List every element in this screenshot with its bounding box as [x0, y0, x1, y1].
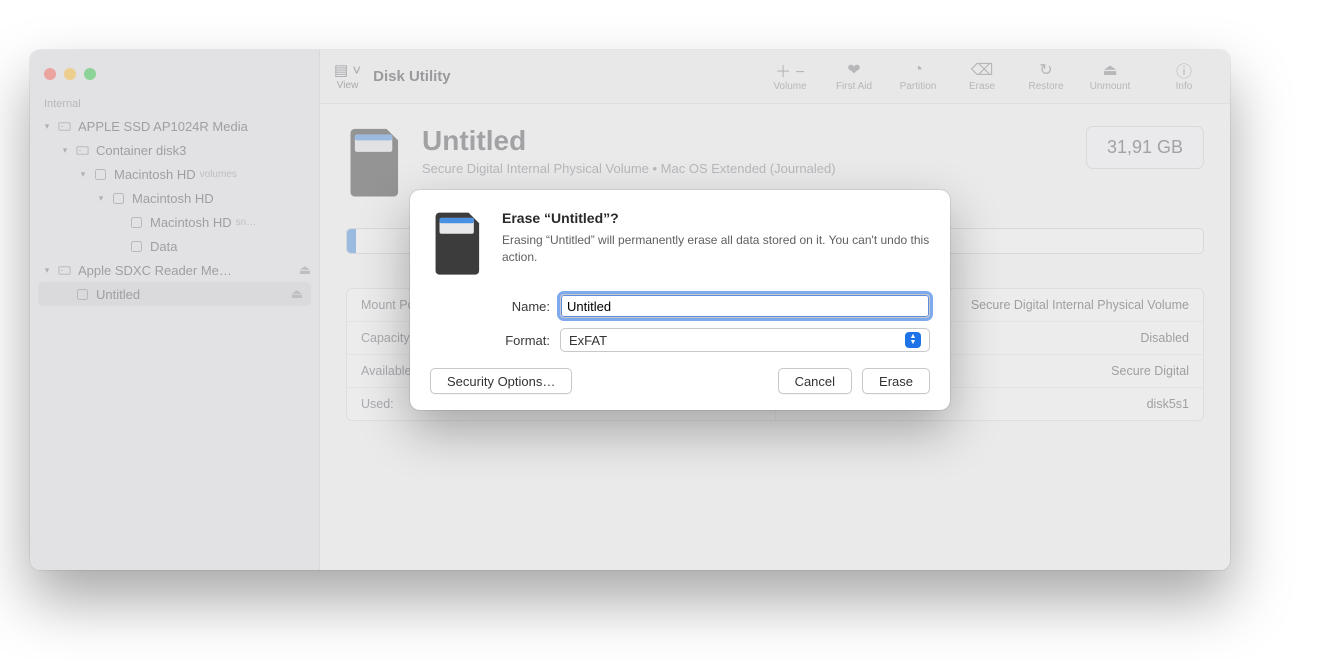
stethoscope-icon: ❤︎ — [847, 61, 860, 79]
info-key: Used: — [361, 397, 394, 411]
info-value: disk5s1 — [1147, 397, 1189, 411]
name-input[interactable] — [560, 294, 930, 318]
close-window-button[interactable] — [44, 68, 56, 80]
volume-icon — [128, 214, 144, 230]
toolbar-volume[interactable]: ＋ − Volume — [768, 61, 812, 92]
used-segment — [347, 229, 356, 253]
tree-item-container-disk3[interactable]: ▾ Container disk3 — [30, 138, 319, 162]
toolbar-view-label: View — [337, 80, 359, 91]
toolbar-label: Erase — [969, 81, 995, 92]
tree-item-macintosh-hd[interactable]: ▾ Macintosh HD — [30, 186, 319, 210]
tree-item-data[interactable]: Data — [30, 234, 319, 258]
chevron-down-icon[interactable]: ▾ — [42, 265, 52, 276]
info-value: Secure Digital Internal Physical Volume — [971, 298, 1189, 312]
toolbar-label: Restore — [1028, 81, 1063, 92]
sidebar-toggle-icon: ▤ ˅ — [334, 63, 361, 78]
tree-item-label: Data — [150, 239, 177, 254]
tree-item-label: APPLE SSD AP1024R Media — [78, 119, 248, 134]
capacity-badge: 31,91 GB — [1086, 126, 1204, 169]
toolbar-erase[interactable]: ⌫ Erase — [960, 61, 1004, 92]
tree-item-label: Macintosh HD — [132, 191, 214, 206]
volume-icon — [74, 286, 90, 302]
zoom-window-button[interactable] — [84, 68, 96, 80]
hard-disk-icon — [56, 262, 72, 278]
erase-icon: ⌫ — [971, 61, 994, 79]
volume-icon — [128, 238, 144, 254]
dialog-title: Erase “Untitled”? — [502, 210, 930, 226]
info-value: Disabled — [1140, 331, 1189, 345]
sd-card-icon — [346, 126, 404, 198]
toolbar-label: Volume — [773, 81, 806, 92]
tree-item-apple-ssd[interactable]: ▾ APPLE SSD AP1024R Media — [30, 114, 319, 138]
disk-tree: ▾ APPLE SSD AP1024R Media ▾ Container di… — [30, 114, 319, 306]
restore-icon: ↻ — [1039, 61, 1052, 79]
tree-item-untitled[interactable]: Untitled ⏏ — [38, 282, 311, 306]
window-controls — [30, 62, 319, 92]
tree-item-label: Macintosh HD — [150, 215, 232, 230]
container-icon — [74, 142, 90, 158]
name-label: Name: — [430, 299, 560, 314]
tree-item-label: Untitled — [96, 287, 140, 302]
erase-dialog: Erase “Untitled”? Erasing “Untitled” wil… — [410, 190, 950, 410]
toolbar-label: Partition — [900, 81, 937, 92]
erase-button[interactable]: Erase — [862, 368, 930, 394]
dialog-message: Erasing “Untitled” will permanently eras… — [502, 232, 930, 266]
chevron-down-icon[interactable]: ▾ — [78, 169, 88, 180]
info-key: Available: — [361, 364, 415, 378]
toolbar-label: Unmount — [1090, 81, 1131, 92]
tree-item-tag: volumes — [200, 169, 237, 180]
app-title: Disk Utility — [373, 68, 451, 85]
tree-item-tag: sn… — [236, 217, 257, 228]
volume-subtitle: Secure Digital Internal Physical Volume … — [422, 161, 836, 176]
toolbar-label: Info — [1176, 81, 1193, 92]
cancel-button[interactable]: Cancel — [778, 368, 852, 394]
toolbar-label: First Aid — [836, 81, 872, 92]
chevron-down-icon[interactable]: ▾ — [42, 121, 52, 132]
pie-chart-icon: ◔ — [913, 61, 923, 79]
sidebar: Internal ▾ APPLE SSD AP1024R Media ▾ Con… — [30, 50, 320, 570]
volume-title: Untitled — [422, 126, 836, 157]
select-arrows-icon: ▲▼ — [905, 332, 921, 348]
toolbar-view[interactable]: ▤ ˅ View — [334, 63, 361, 91]
volume-icon — [92, 166, 108, 182]
eject-icon[interactable]: ⏏ — [291, 286, 303, 302]
info-key: Capacity: — [361, 331, 413, 345]
tree-item-label: Apple SDXC Reader Me… — [78, 263, 232, 278]
volume-icon — [110, 190, 126, 206]
plus-minus-icon: ＋ − — [775, 61, 805, 79]
hard-disk-icon — [56, 118, 72, 134]
toolbar-partition[interactable]: ◔ Partition — [896, 61, 940, 92]
eject-icon[interactable]: ⏏ — [299, 262, 311, 278]
format-select[interactable]: ExFAT ▲▼ — [560, 328, 930, 352]
toolbar-restore[interactable]: ↻ Restore — [1024, 61, 1068, 92]
tree-item-macintosh-hd-snapshot[interactable]: Macintosh HD sn… — [30, 210, 319, 234]
dialog-form: Name: Format: ExFAT ▲▼ — [430, 294, 930, 352]
info-icon: ⓘ — [1176, 61, 1192, 79]
format-label: Format: — [430, 333, 560, 348]
security-options-button[interactable]: Security Options… — [430, 368, 572, 394]
minimize-window-button[interactable] — [64, 68, 76, 80]
toolbar: ▤ ˅ View Disk Utility ＋ − Volume ❤︎ Firs… — [320, 50, 1230, 104]
chevron-down-icon[interactable]: ▾ — [96, 193, 106, 204]
tree-item-macintosh-hd-volumes[interactable]: ▾ Macintosh HD volumes — [30, 162, 319, 186]
tree-item-label: Macintosh HD — [114, 167, 196, 182]
format-value: ExFAT — [569, 333, 607, 348]
sd-card-icon — [430, 210, 486, 276]
tree-item-label: Container disk3 — [96, 143, 186, 158]
tree-item-sdxc-reader[interactable]: ▾ Apple SDXC Reader Me… ⏏ — [30, 258, 319, 282]
toolbar-first-aid[interactable]: ❤︎ First Aid — [832, 61, 876, 92]
volume-header: Untitled Secure Digital Internal Physica… — [346, 126, 1204, 198]
chevron-down-icon[interactable]: ▾ — [60, 145, 70, 156]
sidebar-section-label: Internal — [30, 92, 319, 114]
toolbar-unmount[interactable]: ⏏ Unmount — [1088, 61, 1132, 92]
toolbar-info[interactable]: ⓘ Info — [1162, 61, 1206, 92]
info-value: Secure Digital — [1111, 364, 1189, 378]
unmount-icon: ⏏ — [1102, 61, 1117, 79]
